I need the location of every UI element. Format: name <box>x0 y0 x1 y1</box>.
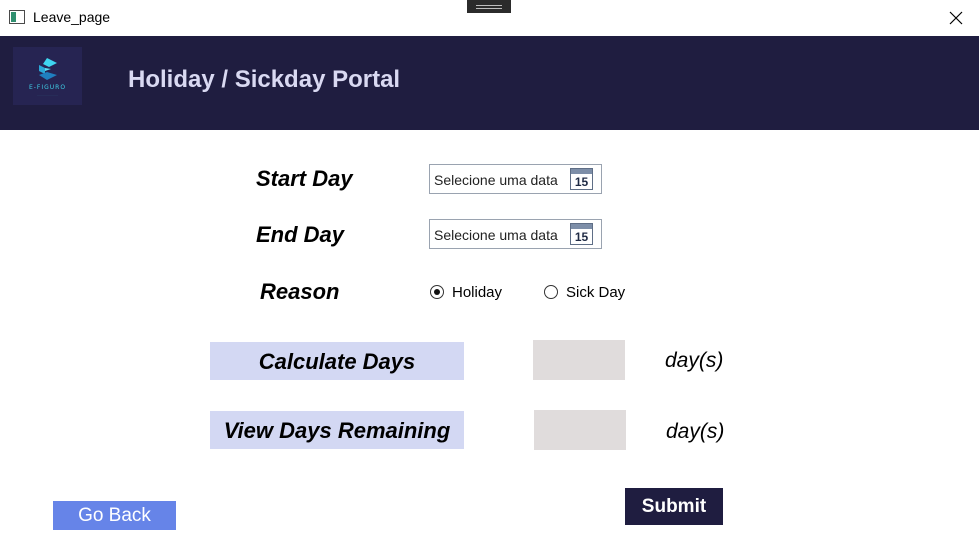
snap-handle[interactable] <box>467 0 511 13</box>
end-day-placeholder: Selecione uma data <box>434 227 558 243</box>
app-icon <box>9 10 25 24</box>
submit-button[interactable]: Submit <box>625 488 723 525</box>
sick-day-radio-label[interactable]: Sick Day <box>566 284 625 301</box>
page-title: Holiday / Sickday Portal <box>128 66 401 93</box>
calculated-days-unit: day(s) <box>665 349 724 372</box>
view-days-remaining-button[interactable]: View Days Remaining <box>210 411 464 449</box>
logo-mark-icon <box>39 58 57 80</box>
close-button[interactable] <box>933 0 979 36</box>
company-logo: E-FIGURO ····················· <box>13 47 82 105</box>
radio-selected-indicator[interactable] <box>430 285 444 299</box>
holiday-radio-label[interactable]: Holiday <box>452 284 502 301</box>
calendar-icon[interactable]: 15 <box>570 168 593 190</box>
logo-text: E-FIGURO <box>28 84 67 91</box>
calendar-icon[interactable]: 15 <box>570 223 593 245</box>
remaining-days-field <box>534 410 626 450</box>
start-day-placeholder: Selecione uma data <box>434 172 558 188</box>
end-day-datepicker[interactable]: Selecione uma data 15 <box>429 219 602 249</box>
logo-tagline: ····················· <box>37 93 58 97</box>
reason-label: Reason <box>260 279 340 304</box>
go-back-button[interactable]: Go Back <box>53 501 176 530</box>
remaining-days-unit: day(s) <box>666 420 725 443</box>
calculated-days-field <box>533 340 625 380</box>
window-titlebar: Leave_page <box>0 0 979 36</box>
end-day-label: End Day <box>256 222 345 247</box>
start-day-datepicker[interactable]: Selecione uma data 15 <box>429 164 602 194</box>
radio-unselected-indicator[interactable] <box>544 285 558 299</box>
start-day-label: Start Day <box>256 166 353 191</box>
close-icon <box>949 11 963 25</box>
portal-header: E-FIGURO ····················· Holiday /… <box>0 36 979 130</box>
calculate-days-button[interactable]: Calculate Days <box>210 342 464 380</box>
window-title: Leave_page <box>33 9 111 25</box>
